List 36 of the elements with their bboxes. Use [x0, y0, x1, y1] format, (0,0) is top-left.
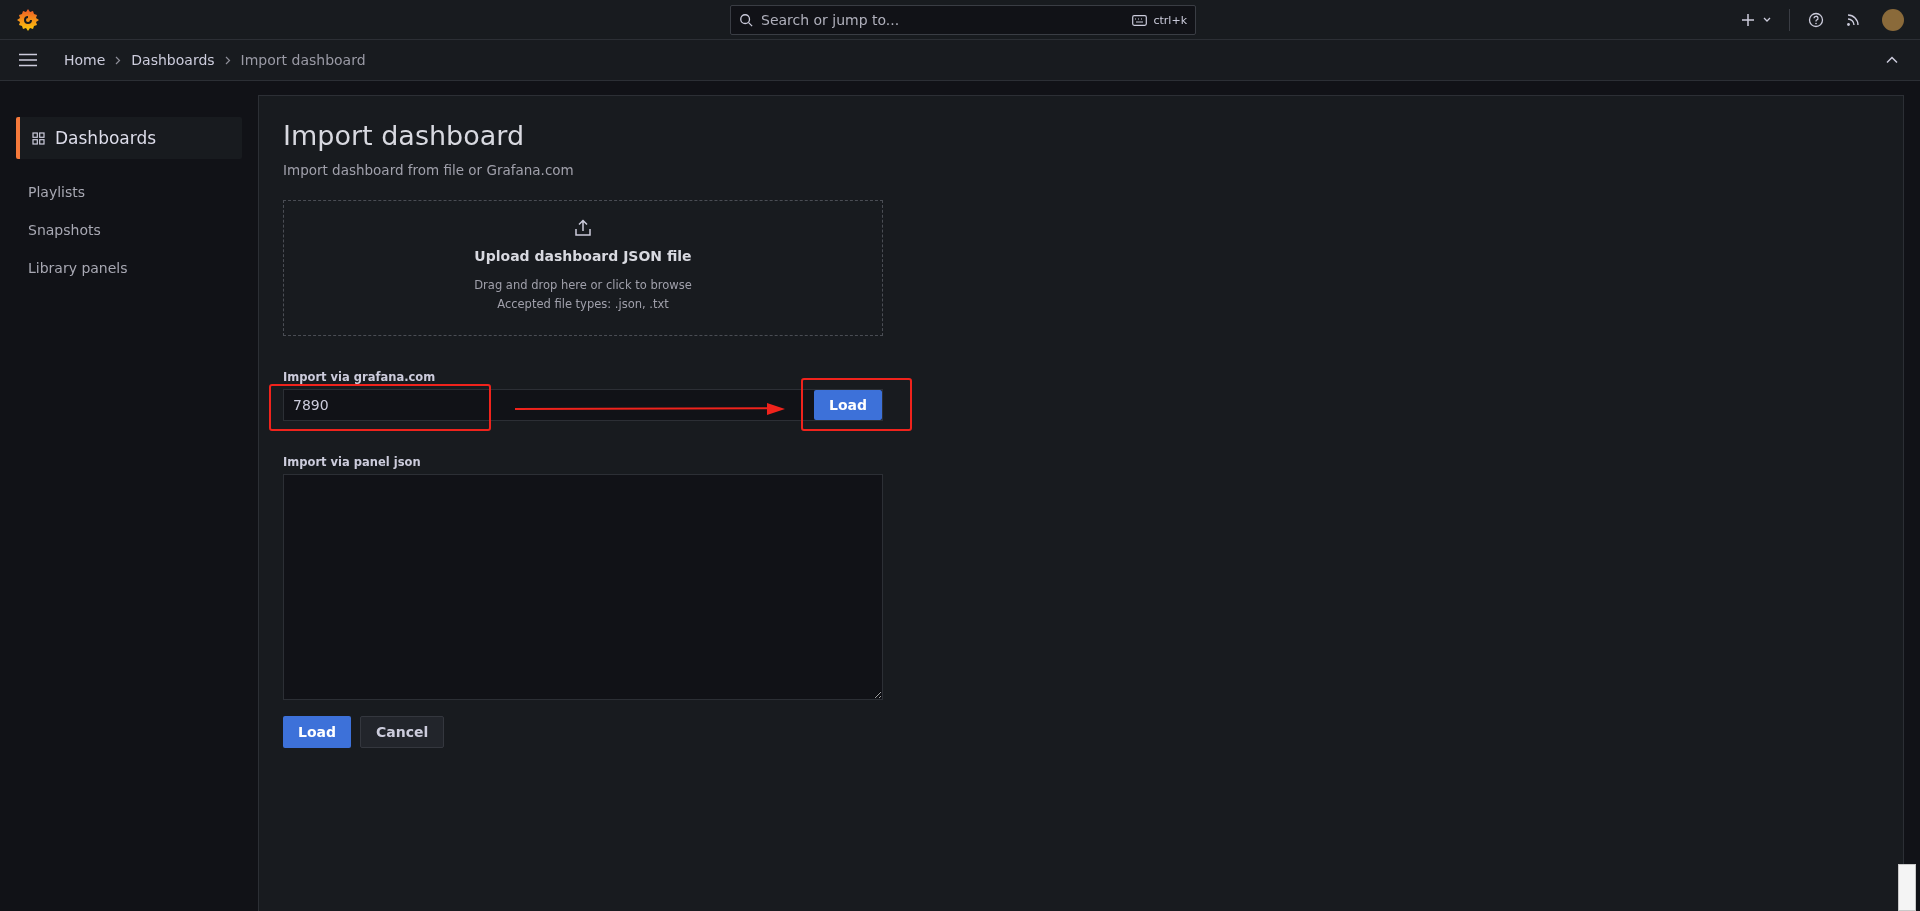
- shortcut-hint: ctrl+k: [1153, 13, 1187, 27]
- search-icon: [739, 13, 753, 27]
- dashboard-id-field[interactable]: 7890: [284, 390, 484, 421]
- cancel-button[interactable]: Cancel: [360, 716, 445, 749]
- menu-icon[interactable]: [18, 53, 38, 67]
- load-button[interactable]: Load: [814, 390, 882, 421]
- rss-icon[interactable]: [1846, 12, 1860, 27]
- plus-icon[interactable]: [1741, 12, 1755, 27]
- sidebar-item[interactable]: Snapshots: [16, 213, 113, 247]
- help-icon[interactable]: [1808, 11, 1824, 28]
- accepted-types-text: Accepted file types: .json, .txt: [497, 296, 669, 314]
- breadcrumb-link[interactable]: Home: [64, 52, 106, 68]
- flame-logo-icon[interactable]: [16, 7, 40, 32]
- avatar[interactable]: [1882, 8, 1904, 31]
- sidebar-item[interactable]: Playlists: [16, 175, 98, 209]
- chevron-icon: [224, 55, 231, 65]
- upload-dropzone[interactable]: Upload dashboard JSON file Drag and drop here or click to browse Accepted file types: .json, .txt: [283, 200, 883, 337]
- upload-title: Upload dashboard JSON file: [474, 248, 692, 265]
- upload-icon: [574, 219, 592, 238]
- field-label: Import via grafana.com: [283, 370, 437, 385]
- sidebar-item[interactable]: Library panels: [16, 251, 140, 285]
- keyboard-icon: [1132, 14, 1148, 26]
- grid-icon: [32, 131, 45, 145]
- field-label: Import via panel json: [283, 455, 422, 470]
- search-input[interactable]: Search or jump to...: [759, 11, 1127, 29]
- sidebar-section-header[interactable]: Dashboards: [16, 117, 242, 159]
- search-bar[interactable]: Search or jump to... ctrl+k: [730, 5, 1196, 35]
- import-id-input-group[interactable]: 7890 Load: [283, 389, 883, 422]
- chevron-icon: [115, 55, 122, 65]
- page-title: Import dashboard: [283, 120, 526, 153]
- page-subtitle: Import dashboard from file or Grafana.com: [283, 162, 575, 179]
- load-button[interactable]: Load: [283, 716, 351, 749]
- caret-icon[interactable]: [1763, 16, 1771, 23]
- breadcrumb-link[interactable]: Dashboards: [131, 52, 215, 68]
- upload-hint: Drag and drop here or click to browse: [474, 277, 692, 295]
- collapse-icon[interactable]: [1886, 56, 1898, 64]
